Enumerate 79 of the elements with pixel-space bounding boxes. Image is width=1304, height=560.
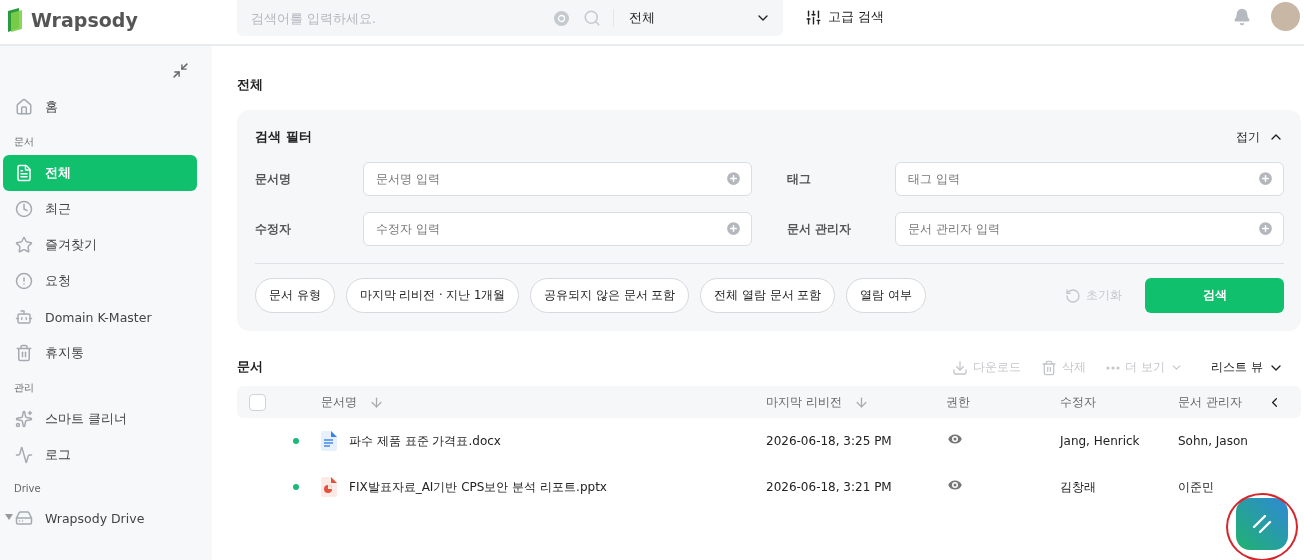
section-title: 문서 xyxy=(237,359,263,376)
section-label: 문서 xyxy=(13,135,35,149)
sidebar-item[interactable]: 스마트 클리너 xyxy=(3,401,197,437)
collapse-sidebar-button[interactable] xyxy=(172,62,189,79)
input-field[interactable]: 수정자 입력 xyxy=(363,212,752,246)
table-cell-text: 김창래 xyxy=(1060,478,1097,496)
column-header[interactable]: 수정자 xyxy=(1060,394,1178,410)
file-name[interactable]: FIX발표자료_AI기반 CPS보안 분석 리포트.pptx xyxy=(349,478,607,496)
ai-search-icon[interactable] xyxy=(554,10,569,26)
sidebar-item[interactable]: 즐겨찾기 xyxy=(3,227,197,263)
trash-icon xyxy=(1041,359,1058,376)
sidebar-item[interactable]: 홈 xyxy=(3,89,197,125)
reset-icon xyxy=(1065,287,1081,304)
home-icon xyxy=(15,98,33,116)
trash-icon xyxy=(15,344,33,362)
floating-action-button[interactable] xyxy=(1236,498,1288,550)
more-icon xyxy=(1106,365,1121,370)
search-icon xyxy=(583,9,601,27)
sidebar-item[interactable]: 휴지통 xyxy=(3,335,197,371)
file-name[interactable]: 파수 제품 표준 가격표.docx xyxy=(349,432,501,450)
notification-icon[interactable] xyxy=(1233,7,1251,26)
table-cell-text: 이준민 xyxy=(1178,478,1215,496)
presentation-file-icon xyxy=(321,477,337,497)
input-field[interactable]: 태그 입력 xyxy=(895,162,1284,196)
section-label: Drive xyxy=(13,482,42,496)
collapse-toggle[interactable]: 접기 xyxy=(1236,128,1284,146)
filter-chip[interactable]: 전체 열람 문서 포함 xyxy=(700,278,836,313)
search-input[interactable]: 검색어를 입력하세요. xyxy=(249,9,554,27)
logo-icon xyxy=(5,8,25,32)
drive-icon xyxy=(15,509,33,527)
field-label: 문서명 xyxy=(255,170,292,188)
sidebar-item[interactable]: 요청 xyxy=(3,263,197,299)
alert-icon xyxy=(15,272,33,290)
table-cell-text: 2026-06-18, 3:21 PM xyxy=(766,480,893,494)
sort-arrow-icon xyxy=(369,394,384,410)
collapse-icon xyxy=(172,62,189,79)
advanced-search-button[interactable]: 고급 검색 xyxy=(799,0,890,34)
document-file-icon xyxy=(321,431,337,451)
input-field[interactable]: 문서 관리자 입력 xyxy=(895,212,1284,246)
sidebar-item[interactable]: Domain K-Master xyxy=(3,299,197,335)
sliders-icon xyxy=(805,8,822,26)
filter-chip[interactable]: 마지막 리비전 · 지난 1개월 xyxy=(345,278,520,313)
field-label: 문서 관리자 xyxy=(787,220,853,238)
column-header[interactable]: 마지막 리비전 xyxy=(766,394,946,410)
field-label: 수정자 xyxy=(255,220,292,238)
filter-chip[interactable]: 열람 여부 xyxy=(846,278,926,313)
logo-text: Wrapsody xyxy=(31,9,138,31)
document-icon xyxy=(15,164,33,182)
slash-icon xyxy=(1251,513,1273,535)
filter-chip[interactable]: 문서 유형 xyxy=(255,278,335,313)
scope-dropdown[interactable]: 전체 xyxy=(629,9,771,27)
sidebar-item[interactable]: 최근 xyxy=(3,191,197,227)
table-cell-text: Sohn, Jason xyxy=(1178,434,1249,448)
sparkle-icon xyxy=(15,410,33,428)
clock-icon xyxy=(15,200,33,218)
caret-icon[interactable] xyxy=(5,514,13,520)
download-icon xyxy=(952,359,969,376)
activity-icon xyxy=(15,446,33,464)
sort-arrow-icon xyxy=(853,394,869,410)
column-header[interactable]: 문서명 xyxy=(321,394,766,410)
view-dropdown[interactable]: 리스트 뷰 xyxy=(1211,359,1284,376)
column-header[interactable]: 권한 xyxy=(946,394,1060,410)
section-label: 관리 xyxy=(13,381,35,395)
input-field[interactable]: 문서명 입력 xyxy=(363,162,752,196)
panel-title: 검색 필터 xyxy=(255,128,312,146)
search-field[interactable]: 검색어를 입력하세요. 전체 xyxy=(237,0,783,36)
avatar[interactable] xyxy=(1271,2,1300,31)
table-cell-text: 2026-06-18, 3:25 PM xyxy=(766,434,893,448)
table-cell-text: Jang, Henrick xyxy=(1060,434,1141,448)
star-icon xyxy=(15,236,33,254)
field-label: 태그 xyxy=(787,170,812,188)
sidebar-item[interactable]: 로그 xyxy=(3,437,197,473)
robot-icon xyxy=(15,308,33,326)
select-all-checkbox[interactable] xyxy=(249,393,266,411)
sidebar-item[interactable]: Wrapsody Drive xyxy=(3,500,197,536)
page-title: 전체 xyxy=(237,76,264,94)
highlight-circle xyxy=(1226,493,1298,560)
filter-chip[interactable]: 공유되지 않은 문서 포함 xyxy=(530,278,690,313)
column-header[interactable]: 문서 관리자 xyxy=(1178,394,1267,410)
